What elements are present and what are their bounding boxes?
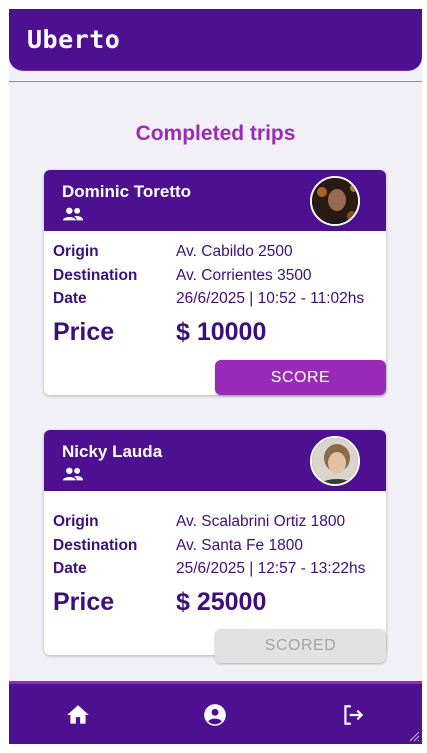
price-label: Price [53,588,115,616]
date-value: 25/6/2025 | 12:57 - 13:22hs [176,560,366,577]
price-value: $ 10000 [176,318,267,346]
origin-value: Av. Cabildo 2500 [176,243,293,260]
driver-avatar [310,176,360,226]
app-header: Uberto [9,9,422,71]
account-circle-icon[interactable] [202,702,228,728]
date-value: 26/6/2025 | 10:52 - 11:02hs [176,290,365,307]
home-icon[interactable] [65,702,91,728]
people-icon [62,467,84,481]
header-divider [9,81,422,82]
price-value: $ 25000 [176,588,267,616]
app-frame: Uberto Completed trips Dominic Toretto O… [9,9,422,744]
driver-name: Nicky Lauda [62,442,163,461]
driver-avatar [310,436,360,486]
destination-value: Av. Santa Fe 1800 [176,537,303,554]
trip-card-header: Nicky Lauda [44,430,386,491]
origin-label: Origin [53,243,99,260]
price-label: Price [53,318,115,346]
trip-card: Dominic Toretto Origin Av. Cabildo 2500 [44,170,386,395]
people-icon [62,207,84,221]
page-title: Completed trips [135,122,296,145]
origin-value: Av. Scalabrini Ortiz 1800 [176,513,346,530]
date-label: Date [53,290,87,307]
app-title: Uberto [27,25,121,54]
bottom-nav [9,681,422,744]
destination-label: Destination [53,267,138,284]
score-button[interactable]: SCORE [215,360,386,395]
trip-card: Nicky Lauda Origin Av. Scalabrini Ortiz … [44,430,386,663]
date-label: Date [53,560,87,577]
destination-value: Av. Corrientes 3500 [176,267,312,284]
destination-label: Destination [53,537,138,554]
scored-button: SCORED [215,629,386,663]
driver-name: Dominic Toretto [62,182,192,201]
resize-grip-icon[interactable] [406,728,420,742]
logout-icon[interactable] [340,702,366,728]
trip-card-header: Dominic Toretto [44,170,386,231]
origin-label: Origin [53,513,99,530]
